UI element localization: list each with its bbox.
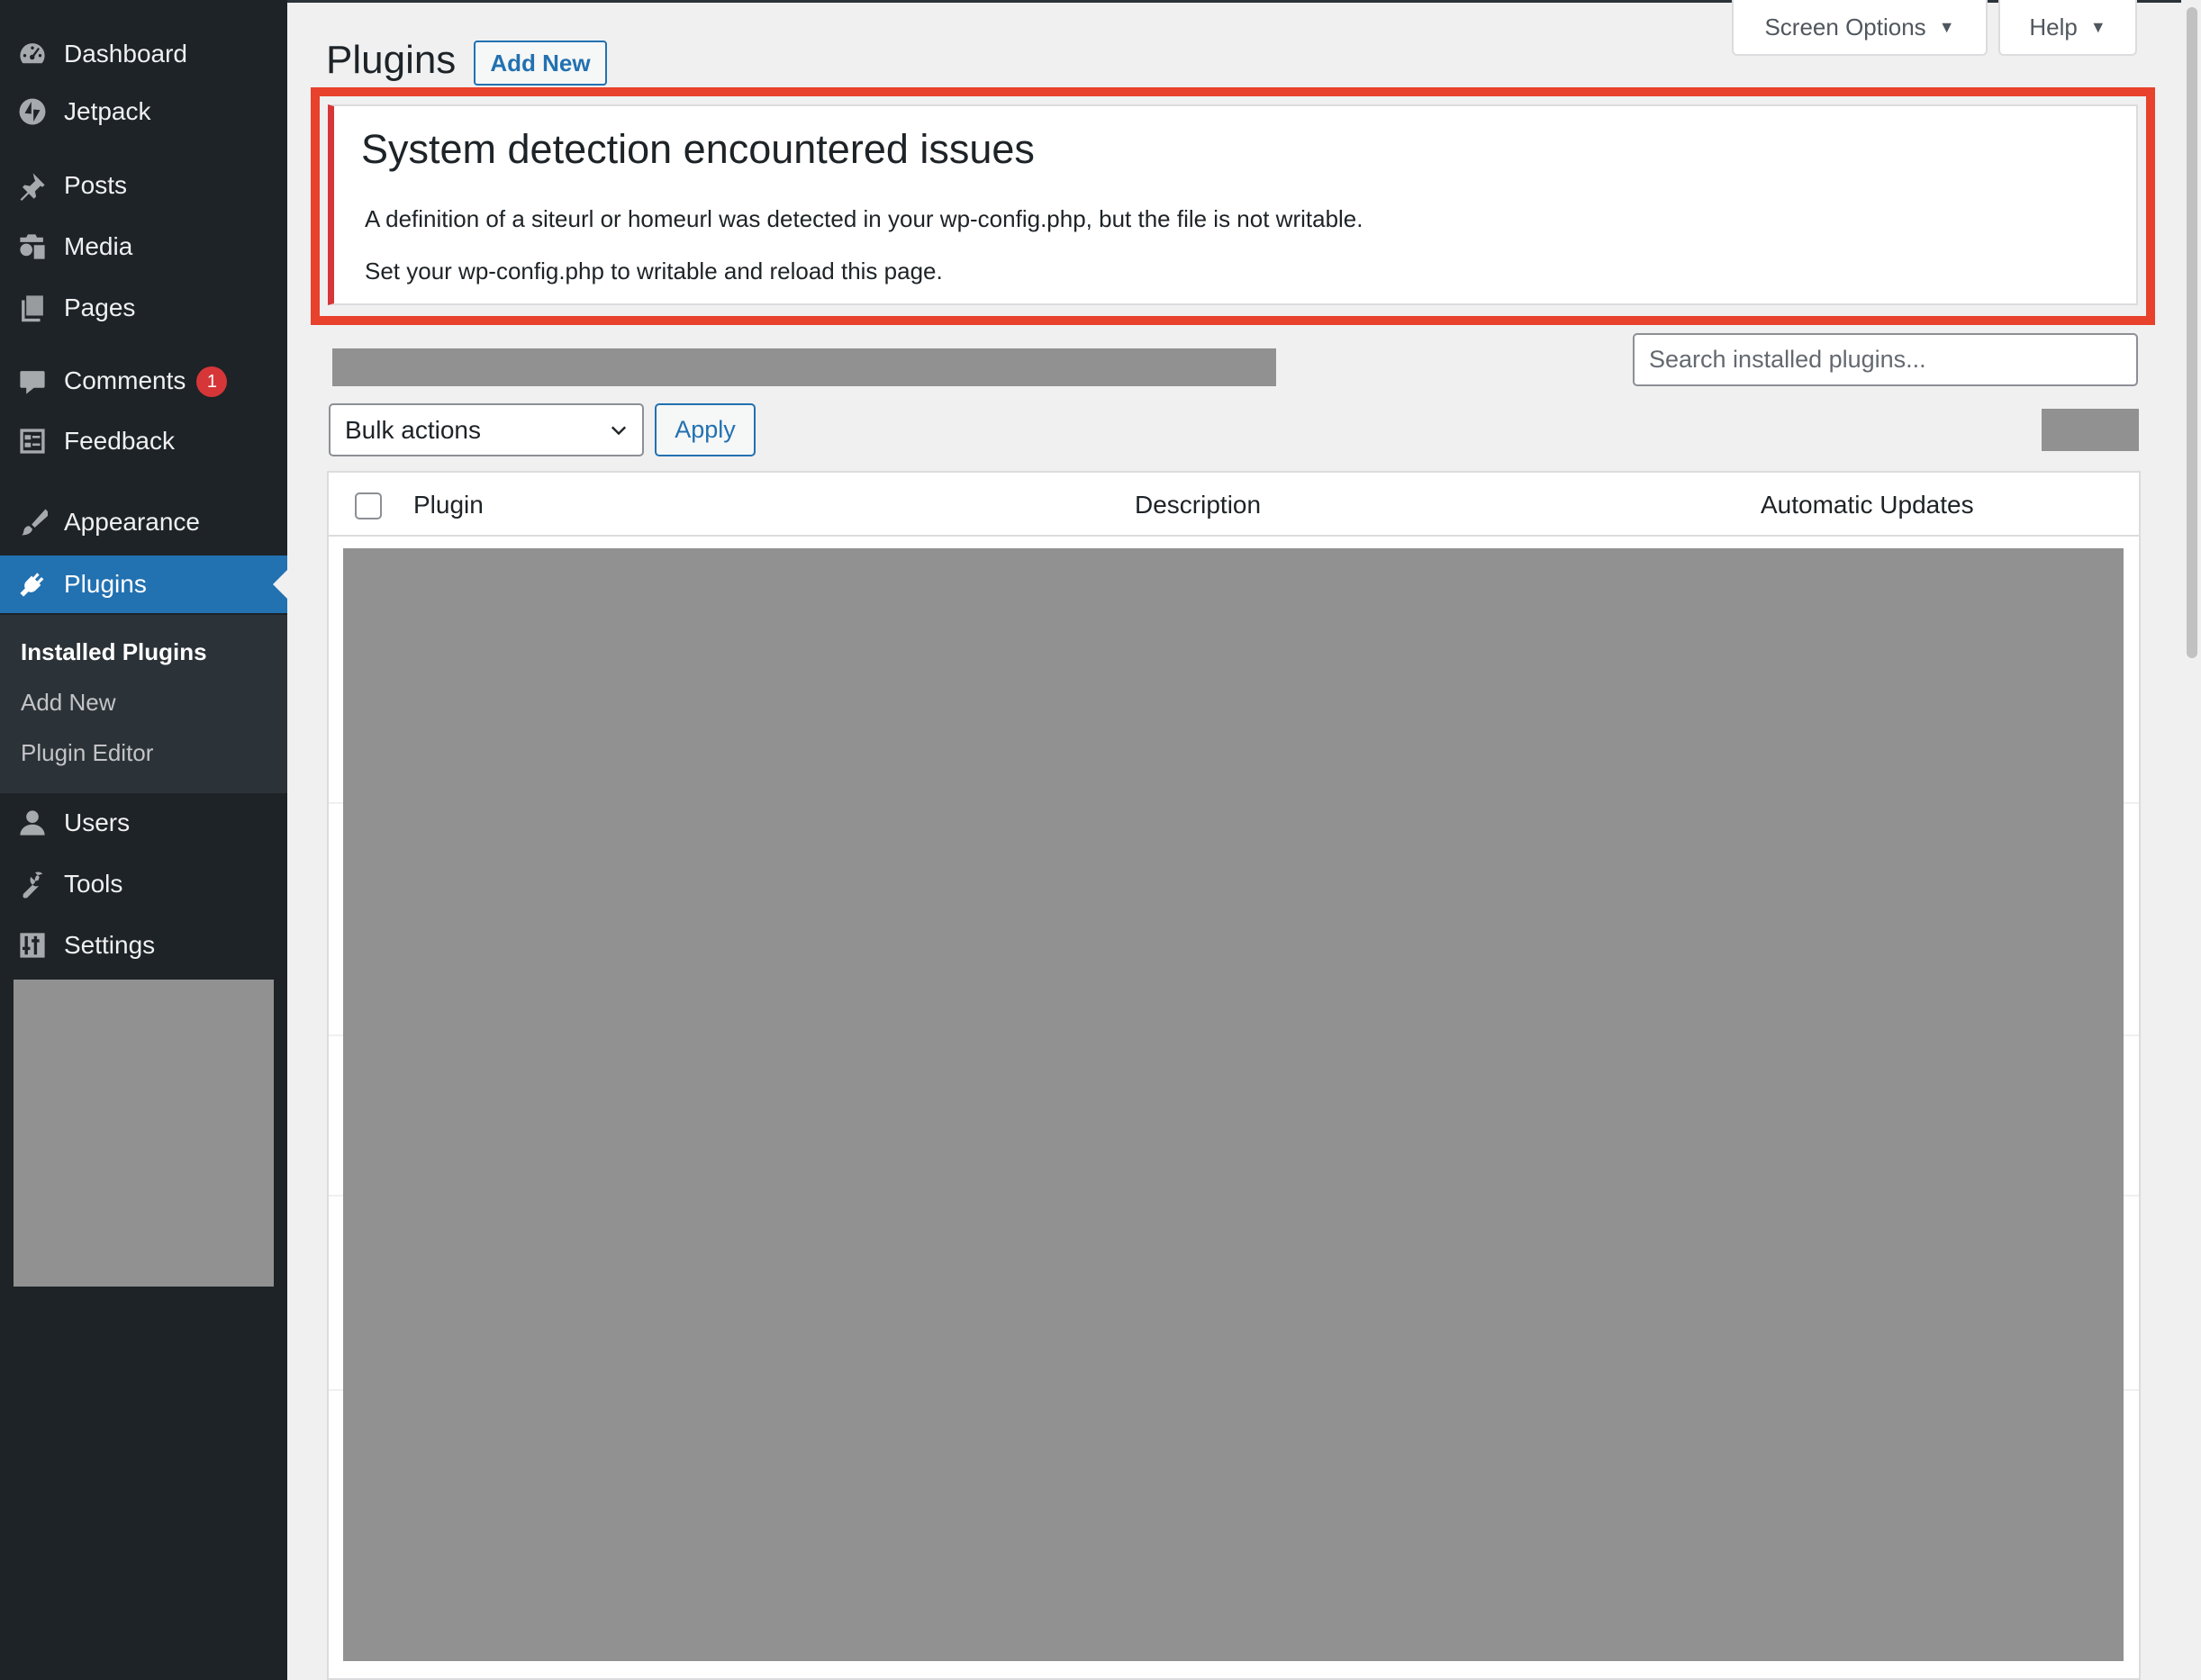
media-icon	[16, 230, 49, 263]
sidebar-item-label: Media	[64, 232, 133, 260]
submenu-installed-plugins[interactable]: Installed Plugins	[21, 638, 207, 666]
sidebar-item-appearance[interactable]: Appearance	[0, 493, 287, 551]
sidebar-item-label: Comments 1	[64, 366, 228, 398]
screen-options-label: Screen Options	[1764, 13, 1926, 41]
column-header-plugin[interactable]: Plugin	[413, 491, 484, 519]
chevron-down-icon	[611, 426, 627, 435]
highlight-box	[311, 87, 2155, 325]
help-tab[interactable]: Help ▼	[1998, 0, 2137, 56]
wrench-icon	[16, 868, 49, 900]
sidebar-item-label: Feedback	[64, 427, 175, 455]
pin-icon	[16, 169, 49, 202]
plugins-table: Plugin Description Automatic Updates	[327, 471, 2141, 1680]
table-header: Plugin Description Automatic Updates	[329, 473, 2139, 537]
apply-button[interactable]: Apply	[655, 403, 756, 456]
plugin-icon	[16, 568, 49, 601]
comments-label: Comments	[64, 366, 186, 394]
sidebar-item-label: Posts	[64, 171, 128, 199]
sidebar-item-settings[interactable]: Settings	[0, 917, 287, 974]
sidebar-item-label: Appearance	[64, 508, 201, 536]
sidebar-item-posts[interactable]: Posts	[0, 157, 287, 214]
vertical-scrollbar[interactable]	[2181, 0, 2201, 1680]
bulk-actions-value: Bulk actions	[345, 415, 481, 444]
select-all-checkbox[interactable]	[355, 492, 382, 519]
scrollbar-thumb[interactable]	[2187, 7, 2197, 658]
bulk-actions-select[interactable]: Bulk actions	[329, 403, 644, 456]
brush-icon	[16, 506, 49, 538]
sidebar-item-pages[interactable]: Pages	[0, 279, 287, 337]
caret-down-icon: ▼	[1938, 17, 1955, 36]
comment-icon	[16, 366, 49, 398]
sidebar-item-feedback[interactable]: Feedback	[0, 412, 287, 470]
jetpack-icon	[16, 95, 49, 128]
sidebar-item-comments[interactable]: Comments 1	[0, 353, 287, 411]
add-new-button[interactable]: Add New	[474, 41, 607, 86]
screen-options-tab[interactable]: Screen Options ▼	[1732, 0, 1988, 56]
pages-icon	[16, 292, 49, 324]
dashboard-icon	[16, 38, 49, 70]
sidebar-item-tools[interactable]: Tools	[0, 855, 287, 913]
sidebar-item-label: Settings	[64, 931, 156, 959]
redacted-region	[343, 548, 2124, 1661]
sidebar-item-label: Tools	[64, 870, 123, 898]
column-header-automatic-updates: Automatic Updates	[1761, 491, 1974, 519]
sidebar-item-plugins[interactable]: Plugins	[0, 555, 287, 613]
feedback-icon	[16, 425, 49, 457]
wp-admin-window: Dashboard Jetpack Posts Media Pages Comm…	[0, 0, 2201, 1680]
sidebar-item-media[interactable]: Media	[0, 218, 287, 275]
sidebar-item-label: Jetpack	[64, 97, 151, 125]
help-label: Help	[2029, 13, 2078, 41]
caret-down-icon: ▼	[2089, 17, 2106, 36]
page-title: Plugins	[326, 38, 457, 82]
sidebar-item-label: Plugins	[64, 570, 147, 598]
admin-sidebar: Dashboard Jetpack Posts Media Pages Comm…	[0, 0, 287, 1680]
current-menu-arrow	[273, 570, 287, 599]
redacted-region	[2042, 409, 2139, 451]
submenu-add-new[interactable]: Add New	[21, 689, 116, 717]
sidebar-item-label: Users	[64, 808, 131, 836]
sidebar-item-users[interactable]: Users	[0, 794, 287, 852]
settings-icon	[16, 929, 49, 962]
comment-count-badge: 1	[196, 366, 228, 398]
redacted-region	[332, 348, 1276, 386]
sidebar-item-label: Pages	[64, 294, 136, 321]
sidebar-item-label: Dashboard	[64, 40, 187, 68]
plugins-submenu: Installed Plugins Add New Plugin Editor	[0, 615, 287, 793]
user-icon	[16, 807, 49, 839]
sidebar-item-jetpack[interactable]: Jetpack	[0, 83, 287, 140]
sidebar-item-dashboard[interactable]: Dashboard	[0, 25, 287, 83]
column-header-description: Description	[1135, 491, 1262, 519]
submenu-plugin-editor[interactable]: Plugin Editor	[21, 739, 153, 767]
search-input[interactable]	[1633, 333, 2138, 386]
redacted-region	[14, 980, 274, 1287]
